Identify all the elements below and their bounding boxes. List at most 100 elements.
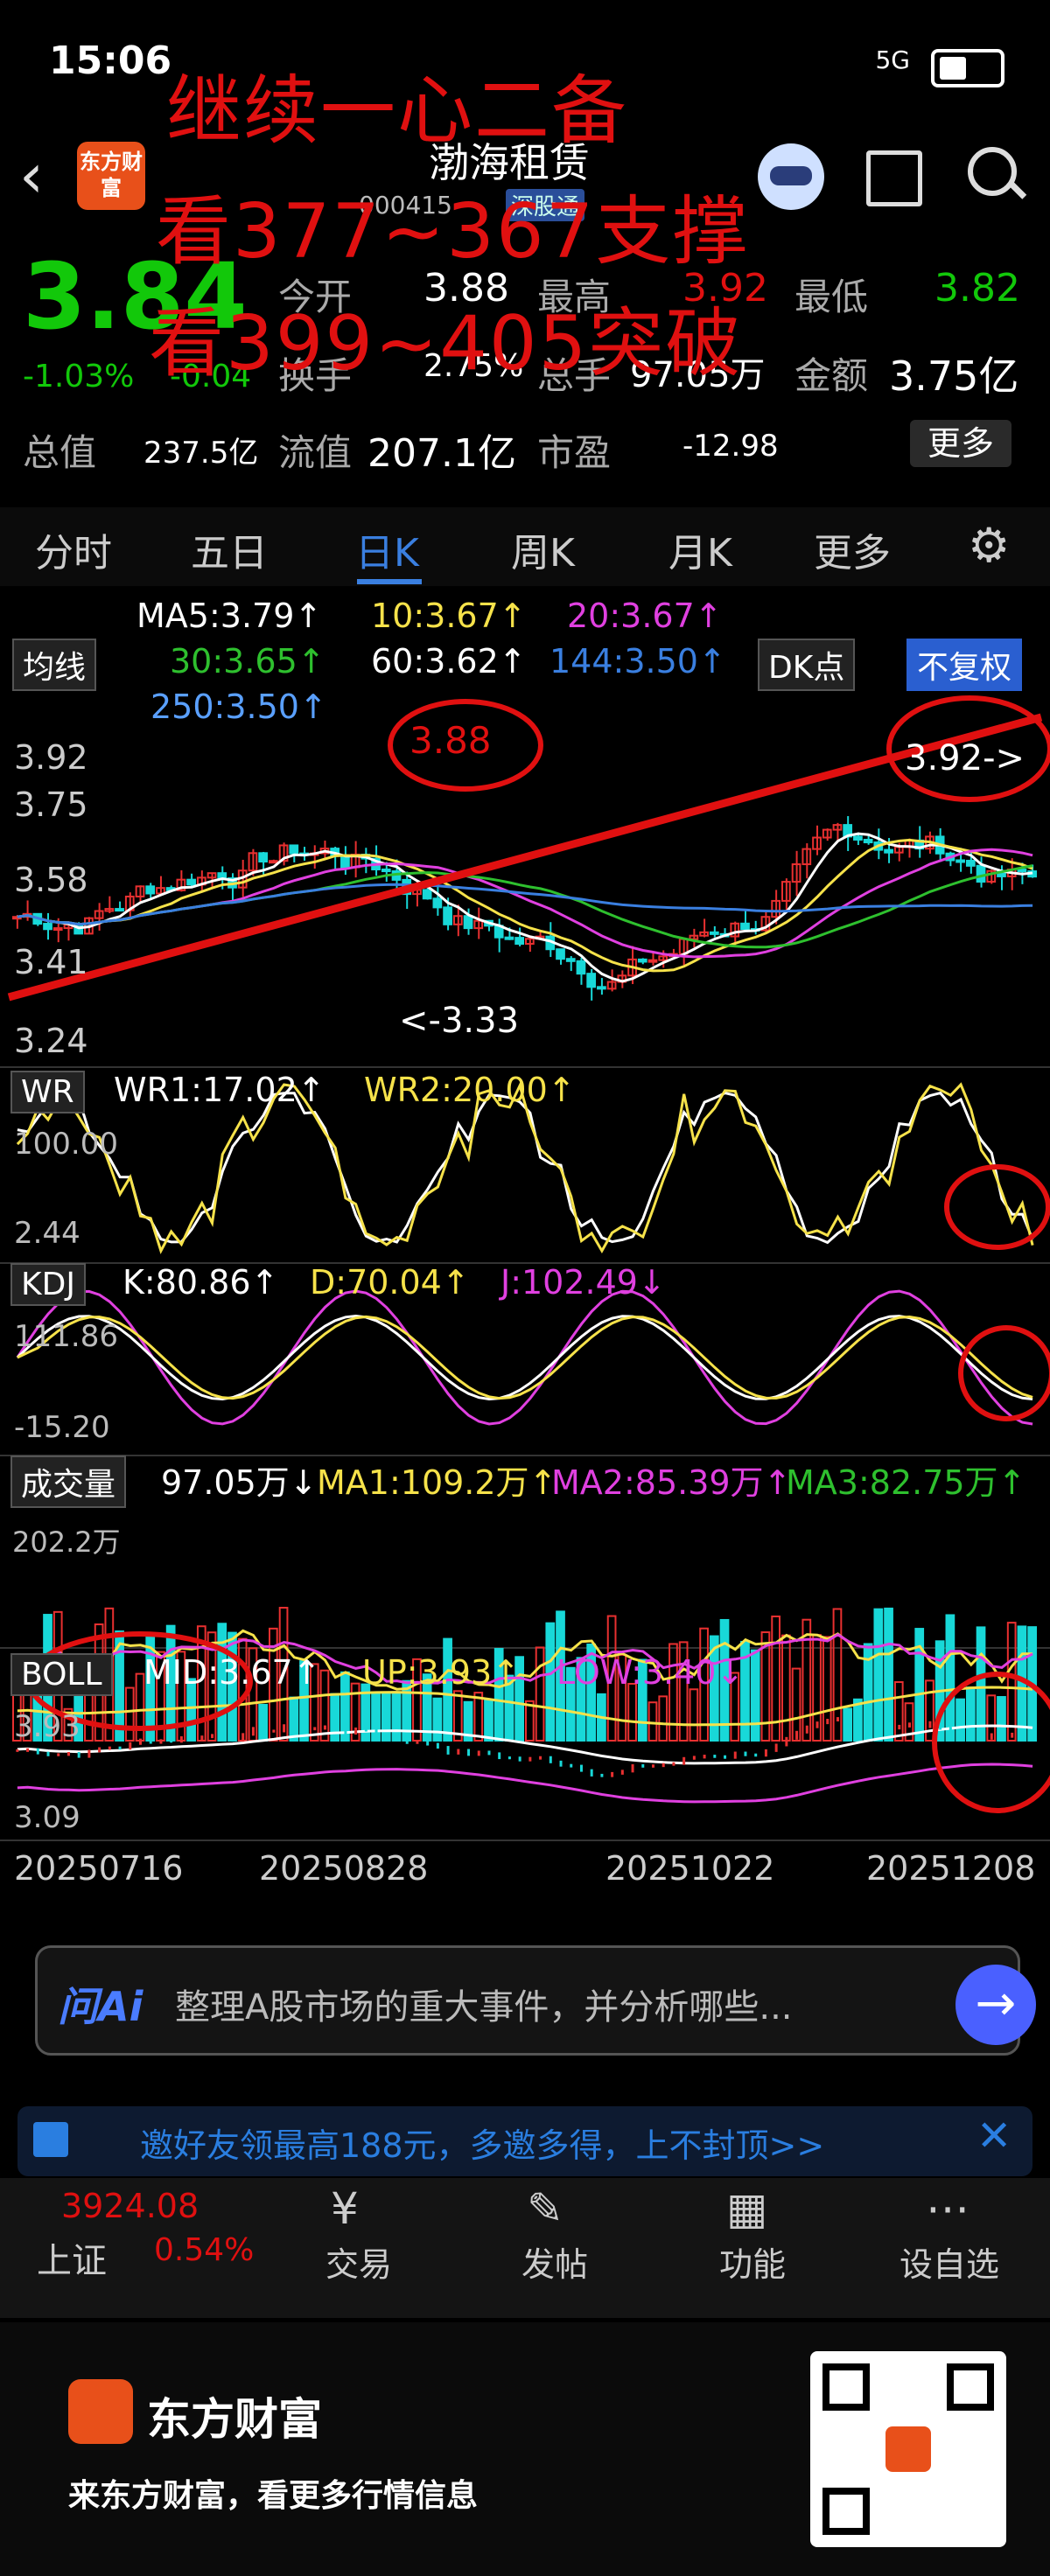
- amount-value: 3.75亿: [889, 353, 1019, 400]
- share-icon[interactable]: [866, 150, 922, 206]
- wr1-line: [17, 1091, 1034, 1245]
- nav-trade[interactable]: 交易: [326, 2237, 392, 2286]
- volume-bar: [750, 1649, 760, 1742]
- back-button[interactable]: ‹: [19, 140, 44, 212]
- index-name[interactable]: 上证: [37, 2232, 107, 2283]
- wr1-value: WR1:17.02↑: [114, 1071, 326, 1109]
- boll-mid: MID:3.67↑: [144, 1653, 321, 1692]
- volume-bar: [976, 1626, 986, 1742]
- megaphone-icon: [33, 2122, 68, 2157]
- kline-panel[interactable]: [0, 595, 1050, 1924]
- battery-icon: [931, 49, 1004, 87]
- ai-send-button[interactable]: →: [956, 1965, 1036, 2045]
- nav-function[interactable]: 功能: [719, 2237, 786, 2286]
- candle-body: [884, 848, 893, 854]
- nav-watchlist[interactable]: 设自选: [900, 2237, 999, 2286]
- ma60-legend: 60:3.62↑: [371, 642, 527, 681]
- assistant-icon[interactable]: [758, 143, 824, 210]
- wr-selector[interactable]: WR: [10, 1071, 85, 1113]
- annotation-line: 看399~405突破: [149, 300, 743, 387]
- more-icon[interactable]: ⋯: [926, 2183, 970, 2234]
- price-axis-3: 3.58: [14, 861, 88, 899]
- high-marker: 3.92->: [905, 738, 1026, 778]
- candle-body: [576, 960, 586, 975]
- change-percent: -1.03%: [23, 359, 135, 394]
- more-button[interactable]: 更多: [910, 420, 1012, 467]
- volume-bar: [484, 1698, 494, 1742]
- candle-body: [381, 869, 391, 873]
- volume-bar: [432, 1697, 443, 1742]
- tab-more[interactable]: 更多: [814, 521, 891, 577]
- nav-post[interactable]: 发帖: [522, 2237, 588, 2286]
- candle-body: [289, 844, 299, 855]
- candle-body: [976, 864, 986, 883]
- kdj-axis-top: 111.86: [14, 1319, 118, 1354]
- peak-price-label: 3.88: [410, 719, 492, 762]
- volume-bar: [884, 1607, 893, 1742]
- close-icon[interactable]: ✕: [976, 2112, 1012, 2161]
- kdj-j-line: [16, 1289, 1033, 1426]
- date-label: 20251208: [866, 1849, 1036, 1888]
- annotation-line: 继续一心二备: [166, 67, 628, 155]
- candle-body: [956, 859, 965, 863]
- candle-body: [853, 835, 863, 841]
- grid-icon[interactable]: ▦: [726, 2183, 767, 2234]
- volume-selector[interactable]: 成交量: [10, 1456, 127, 1508]
- tab-five-day[interactable]: 五日: [191, 521, 268, 577]
- kdj-j: J:102.49↓: [500, 1263, 666, 1302]
- index-percent: 0.54%: [154, 2232, 255, 2268]
- pe-label: 市盈: [537, 431, 612, 474]
- wr2-line: [16, 1081, 1034, 1254]
- candle-body: [863, 838, 873, 844]
- candle-body: [269, 860, 278, 864]
- kdj-k-line: [16, 1314, 1033, 1401]
- kdj-selector[interactable]: KDJ: [10, 1263, 86, 1306]
- index-value[interactable]: 3924.08: [61, 2187, 199, 2225]
- candle-body: [648, 959, 658, 963]
- tab-intraday[interactable]: 分时: [35, 521, 112, 577]
- promo-banner[interactable]: 邀好友领最高188元，多邀多得，上不封顶>> ✕: [18, 2106, 1032, 2176]
- volume-bar: [289, 1696, 299, 1742]
- kdj-d: D:70.04↑: [310, 1263, 470, 1302]
- brand-slogan: 来东方财富，看更多行情信息: [68, 2478, 479, 2514]
- candle-body: [258, 852, 268, 863]
- volume-axis-top: 202.2万: [12, 1525, 121, 1559]
- candle-body: [443, 906, 452, 925]
- adjust-toggle[interactable]: 不复权: [906, 639, 1023, 691]
- ma10-legend: 10:3.67↑: [371, 597, 527, 635]
- ai-prompt[interactable]: 整理A股市场的重大事件，并分析哪些...: [175, 1979, 793, 2029]
- ma-selector[interactable]: 均线: [12, 639, 97, 691]
- candle-body: [186, 878, 196, 886]
- brand-name: 东方财富: [147, 2394, 322, 2445]
- boll-selector[interactable]: BOLL: [10, 1653, 113, 1696]
- ma144-legend: 144:3.50↑: [550, 642, 726, 681]
- app-logo: 东方财富: [77, 142, 145, 210]
- candle-body: [115, 908, 124, 912]
- settings-gear-icon[interactable]: ⚙: [968, 518, 1010, 573]
- candle-body: [565, 958, 576, 962]
- candle-body: [145, 885, 156, 895]
- volume-bar: [893, 1681, 904, 1742]
- post-icon[interactable]: ✎: [527, 2183, 564, 2234]
- pe-value: -12.98: [682, 429, 779, 464]
- tab-monthly[interactable]: 月K: [668, 521, 732, 577]
- volume-bar: [873, 1608, 884, 1742]
- wr-axis-bottom: 2.44: [14, 1216, 80, 1251]
- dk-point-button[interactable]: DK点: [758, 639, 856, 691]
- candle-body: [504, 936, 514, 940]
- candle-body: [740, 922, 750, 931]
- kdj-k: K:80.86↑: [122, 1263, 279, 1302]
- boll-up: UP:3.93↑: [362, 1653, 520, 1692]
- status-time: 15:06: [49, 38, 172, 83]
- volume-bar: [658, 1695, 668, 1742]
- price-axis-2: 3.75: [14, 785, 88, 824]
- volume-bar: [124, 1686, 135, 1742]
- tab-daily[interactable]: 日K: [355, 521, 419, 577]
- ma250-legend: 250:3.50↑: [150, 688, 327, 726]
- trade-icon[interactable]: ¥: [331, 2183, 359, 2234]
- candle-body: [422, 889, 432, 900]
- kline-chart-svg[interactable]: [0, 595, 1050, 1924]
- date-label: 20250828: [259, 1849, 429, 1888]
- search-icon[interactable]: [968, 147, 1017, 196]
- tab-weekly[interactable]: 周K: [511, 521, 575, 577]
